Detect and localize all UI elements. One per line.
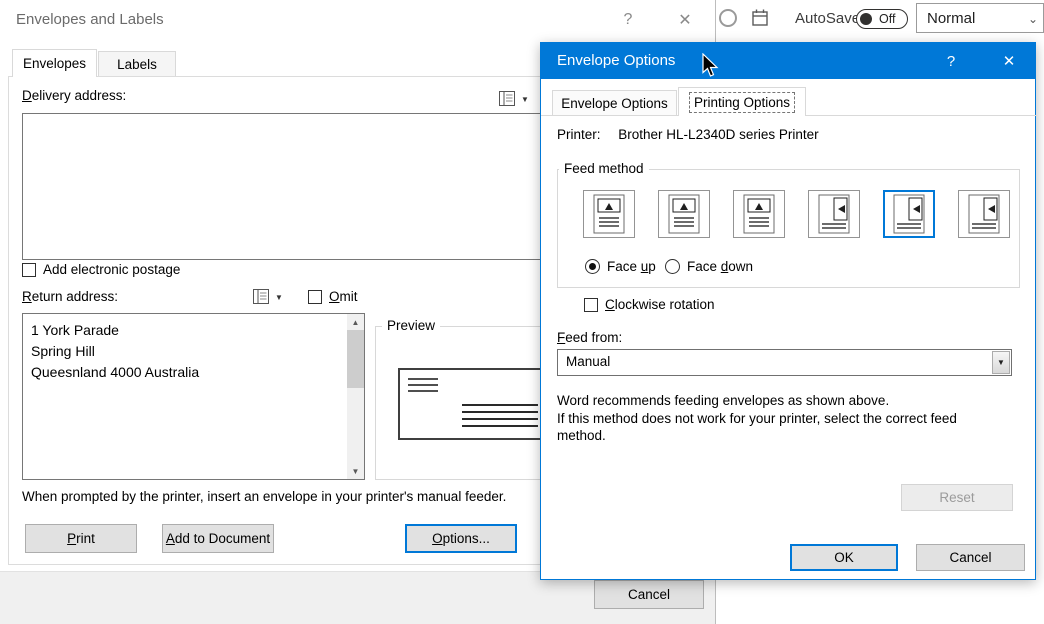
- feed-from-value: Manual: [566, 354, 611, 369]
- dialog-title: Envelope Options: [557, 52, 676, 69]
- feed-vertical-right-option[interactable]: [958, 190, 1010, 238]
- return-address-text: 1 York Parade Spring Hill Queesnland 400…: [31, 322, 200, 380]
- feed-vertical-icon: [893, 194, 925, 234]
- radio-circle: [665, 259, 680, 274]
- envelope-options-dialog: Envelope Options ? ✕ Envelope Options Pr…: [540, 42, 1037, 580]
- insert-address-button[interactable]: ▼: [497, 90, 529, 108]
- mouse-cursor: [702, 53, 719, 77]
- autosave-toggle[interactable]: Off: [856, 9, 908, 29]
- ok-button[interactable]: OK: [790, 544, 898, 571]
- vertical-scrollbar[interactable]: ▲ ▼: [347, 314, 364, 479]
- scroll-up-icon[interactable]: ▲: [347, 314, 364, 330]
- address-book-icon: [253, 289, 269, 304]
- cancel-button[interactable]: Cancel: [594, 580, 704, 609]
- checkbox-box: [22, 262, 36, 277]
- feed-method-label: Feed method: [559, 161, 649, 176]
- feed-vertical-icon: [818, 194, 850, 234]
- delivery-address-label: Delivery address:: [22, 88, 127, 103]
- clockwise-rotation-checkbox[interactable]: Clockwise rotation: [584, 297, 715, 312]
- chevron-down-icon: ⌄: [1027, 12, 1038, 26]
- preview-label: Preview: [382, 318, 441, 333]
- screen: AutoSave Off Normal ⌄ Envelopes and Labe…: [0, 0, 1044, 624]
- envelope-preview: [398, 368, 548, 440]
- feed-vertical-center-option[interactable]: [883, 190, 935, 238]
- feed-from-label: Feed from:: [557, 330, 623, 345]
- calendar-icon[interactable]: [749, 7, 771, 29]
- feed-from-select[interactable]: Manual ▼: [557, 349, 1012, 376]
- printer-row: Printer: Brother HL-L2340D series Printe…: [557, 127, 819, 142]
- return-address-input[interactable]: 1 York Parade Spring Hill Queesnland 400…: [22, 313, 365, 480]
- feed-horizontal-icon: [743, 194, 775, 234]
- omit-checkbox[interactable]: Omit: [308, 289, 358, 304]
- checkbox-box: [584, 297, 598, 312]
- face-down-radio[interactable]: Face down: [665, 259, 753, 274]
- dialog-title: Envelopes and Labels: [16, 11, 164, 28]
- return-address-label: Return address:: [22, 289, 119, 304]
- dropdown-arrow-icon: ▼: [521, 94, 529, 104]
- dropdown-arrow-icon: ▼: [275, 292, 283, 302]
- feed-horizontal-center-option[interactable]: [658, 190, 710, 238]
- feed-vertical-left-option[interactable]: [808, 190, 860, 238]
- face-up-radio[interactable]: Face up: [585, 259, 656, 274]
- close-icon[interactable]: ✕: [670, 7, 700, 33]
- reset-button: Reset: [901, 484, 1013, 511]
- cancel-button[interactable]: Cancel: [916, 544, 1025, 571]
- feed-horizontal-icon: [593, 194, 625, 234]
- close-icon[interactable]: ✕: [987, 43, 1031, 79]
- options-button[interactable]: Options...: [405, 524, 517, 553]
- autosave-label: AutoSave: [795, 10, 861, 27]
- electronic-postage-checkbox[interactable]: Add electronic postage: [22, 262, 180, 277]
- feed-horizontal-left-option[interactable]: [583, 190, 635, 238]
- tab-envelopes[interactable]: Envelopes: [12, 49, 97, 77]
- print-button[interactable]: Print: [25, 524, 137, 553]
- toggle-knob: [860, 13, 872, 25]
- printer-label: Printer:: [557, 127, 601, 142]
- help-button[interactable]: ?: [929, 43, 973, 79]
- tab-envelope-options[interactable]: Envelope Options: [552, 90, 677, 115]
- recommendation-text: Word recommends feeding envelopes as sho…: [557, 393, 957, 443]
- tab-labels[interactable]: Labels: [98, 51, 176, 76]
- scrollbar-thumb[interactable]: [347, 330, 364, 388]
- printer-instruction: When prompted by the printer, insert an …: [22, 489, 507, 504]
- feed-horizontal-right-option[interactable]: [733, 190, 785, 238]
- tab-printing-options[interactable]: Printing Options: [678, 87, 806, 116]
- autosave-state: Off: [879, 12, 896, 26]
- radio-circle: [585, 259, 600, 274]
- address-book-icon: [499, 91, 515, 106]
- feed-horizontal-icon: [668, 194, 700, 234]
- style-dropdown[interactable]: Normal ⌄: [916, 3, 1044, 33]
- add-to-document-button[interactable]: Add to Document: [162, 524, 274, 553]
- dropdown-arrow-icon: ▼: [992, 351, 1010, 374]
- insert-return-address-button[interactable]: ▼: [251, 288, 283, 306]
- feed-vertical-icon: [968, 194, 1000, 234]
- scroll-down-icon[interactable]: ▼: [347, 463, 364, 479]
- help-button[interactable]: ?: [613, 7, 643, 33]
- circle-icon[interactable]: [719, 9, 737, 27]
- style-value: Normal: [927, 9, 976, 27]
- printer-value: Brother HL-L2340D series Printer: [618, 127, 819, 142]
- checkbox-box: [308, 289, 322, 304]
